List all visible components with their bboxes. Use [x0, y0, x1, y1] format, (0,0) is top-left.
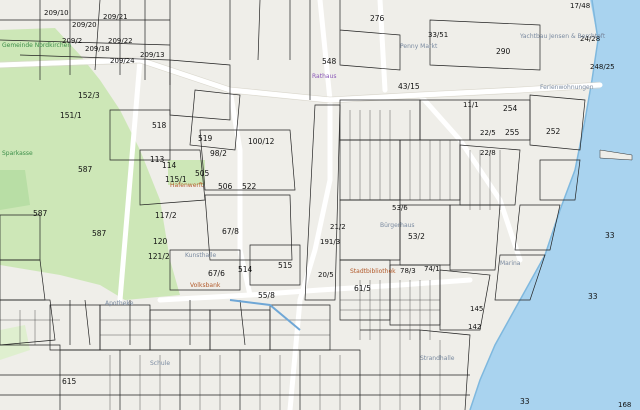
- parcel-label[interactable]: 152/3: [78, 92, 100, 100]
- parcel-label[interactable]: 22/8: [480, 150, 496, 157]
- parcel-label[interactable]: 254: [503, 105, 517, 113]
- parcel-label[interactable]: 522: [242, 183, 256, 191]
- parcel-label[interactable]: 61/5: [354, 285, 371, 293]
- parcel-label[interactable]: 17/48: [570, 3, 590, 10]
- parcel-label[interactable]: 209/13: [140, 52, 165, 59]
- parcel-label[interactable]: 67/8: [222, 228, 239, 236]
- parcel-label[interactable]: 252: [546, 128, 560, 136]
- parcel-label[interactable]: 255: [505, 129, 519, 137]
- poi-label[interactable]: Ferienwohnungen: [540, 84, 594, 91]
- parcel-label[interactable]: 33: [520, 398, 530, 406]
- parcel-label[interactable]: 117/2: [155, 212, 177, 220]
- parcel-label[interactable]: 506: [218, 183, 232, 191]
- parcel-label[interactable]: 209/20: [72, 22, 97, 29]
- parcel-label[interactable]: 518: [152, 122, 166, 130]
- parcel-label[interactable]: 43/15: [398, 83, 420, 91]
- poi-label[interactable]: Rathaus: [312, 73, 336, 80]
- parcel-label[interactable]: 587: [78, 166, 92, 174]
- parcel-label[interactable]: 33: [605, 232, 615, 240]
- parcel-label[interactable]: 519: [198, 135, 212, 143]
- parcel-label[interactable]: 248/25: [590, 64, 615, 71]
- parcel-label[interactable]: 515: [278, 262, 292, 270]
- parcel-label[interactable]: 11/1: [463, 102, 479, 109]
- parcel-label[interactable]: 209/21: [103, 14, 128, 21]
- poi-label[interactable]: Hafenwerft: [170, 182, 203, 189]
- poi-label[interactable]: Kunsthalle: [185, 252, 216, 259]
- parcel-label[interactable]: 145: [470, 306, 483, 313]
- parcel-label[interactable]: 20/5: [318, 272, 334, 279]
- parcel-label[interactable]: 53/2: [408, 233, 425, 241]
- parcel-label[interactable]: 33/51: [428, 32, 448, 39]
- poi-label[interactable]: Schule: [150, 360, 170, 367]
- parcel-label[interactable]: 120: [153, 238, 167, 246]
- parcel-label[interactable]: 209/22: [108, 38, 133, 45]
- poi-label[interactable]: Gemeinde Nordkirchen: [2, 42, 71, 49]
- parcel-label[interactable]: 100/12: [248, 138, 274, 146]
- poi-label[interactable]: Volksbank: [190, 282, 220, 289]
- poi-label[interactable]: Penny Markt: [400, 43, 437, 50]
- poi-label[interactable]: Stadtbibliothek: [350, 268, 396, 275]
- cadastral-map[interactable]: 209/10 209/21 209/20 209/2 209/22 209/18…: [0, 0, 640, 410]
- parcel-label[interactable]: 209/24: [110, 58, 135, 65]
- parcel-label[interactable]: 168: [618, 402, 631, 409]
- poi-label[interactable]: Apotheke: [105, 300, 133, 307]
- parcel-label[interactable]: 53/6: [392, 205, 408, 212]
- parcel-label[interactable]: 587: [92, 230, 106, 238]
- parcel-label[interactable]: 587: [33, 210, 47, 218]
- parcel-label[interactable]: 114: [162, 162, 176, 170]
- poi-label[interactable]: Marina: [500, 260, 520, 267]
- parcel-label[interactable]: 514: [238, 266, 252, 274]
- parcel-label[interactable]: 98/2: [210, 150, 227, 158]
- parcel-label[interactable]: 209/10: [44, 10, 69, 17]
- poi-label[interactable]: Bürgerhaus: [380, 222, 415, 229]
- parcel-label[interactable]: 78/3: [400, 268, 416, 275]
- parcel-label[interactable]: 209/18: [85, 46, 110, 53]
- parcel-label[interactable]: 151/1: [60, 112, 82, 120]
- parcel-label[interactable]: 290: [496, 48, 510, 56]
- parcel-label[interactable]: 615: [62, 378, 76, 386]
- parcel-label[interactable]: 505: [195, 170, 209, 178]
- parcel-label[interactable]: 33: [588, 293, 598, 301]
- garden-area-2: [0, 170, 30, 210]
- parcel-label[interactable]: 121/2: [148, 253, 170, 261]
- poi-label[interactable]: Strandhalle: [420, 355, 454, 362]
- parcel-label[interactable]: 21/2: [330, 224, 346, 231]
- parcel-label[interactable]: 22/5: [480, 130, 496, 137]
- map-base-layer: [0, 0, 640, 410]
- poi-label[interactable]: Sparkasse: [2, 150, 33, 157]
- parcel-label[interactable]: 74/1: [424, 266, 440, 273]
- parcel-label[interactable]: 67/6: [208, 270, 225, 278]
- parcel-label[interactable]: 142: [468, 324, 481, 331]
- parcel-label[interactable]: 55/8: [258, 292, 275, 300]
- parcel-label[interactable]: 276: [370, 15, 384, 23]
- poi-label[interactable]: Yachtbau Jensen & Berchtoft: [520, 33, 605, 40]
- parcel-label[interactable]: 191/3: [320, 239, 340, 246]
- parcel-label[interactable]: 548: [322, 58, 336, 66]
